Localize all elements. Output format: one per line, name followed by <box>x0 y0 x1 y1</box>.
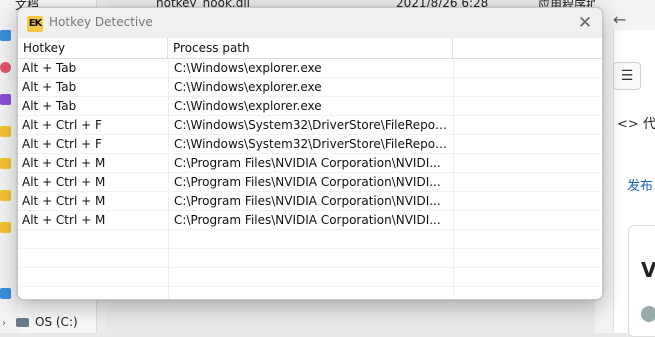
process-path-cell: C:\Windows\System32\DriverStore\FileRepo… <box>174 118 451 132</box>
list-header: Hotkey Process path <box>18 38 602 59</box>
table-row[interactable]: Alt + Ctrl + M C:\Program Files\NVIDIA Co… <box>18 192 602 211</box>
window-title: Hotkey Detective <box>49 15 153 29</box>
hotkey-cell: Alt + Ctrl + M <box>22 156 106 170</box>
folder-icon[interactable] <box>0 158 11 169</box>
empty-row <box>18 268 602 287</box>
process-path-cell: C:\Windows\explorer.exe <box>174 61 322 75</box>
drive-icon <box>16 318 29 327</box>
process-path-cell: C:\Program Files\NVIDIA Corporation\NVID… <box>174 175 441 189</box>
table-row[interactable]: Alt + Tab C:\Windows\explorer.exe <box>18 97 602 116</box>
drive-label: OS (C:) <box>35 315 78 329</box>
table-row[interactable]: Alt + Ctrl + M C:\Program Files\NVIDIA Co… <box>18 211 602 230</box>
hotkey-list[interactable]: Hotkey Process path Alt + Tab C:\Windows\… <box>18 38 602 299</box>
empty-row <box>18 230 602 249</box>
drive-c-item[interactable]: › OS (C:) <box>2 315 78 329</box>
process-path-cell: C:\Program Files\NVIDIA Corporation\NVID… <box>174 194 441 208</box>
process-path-cell: C:\Program Files\NVIDIA Corporation\NVID… <box>174 213 441 227</box>
app-logo-icon: EK <box>27 16 43 32</box>
table-row[interactable]: Alt + Tab C:\Windows\explorer.exe <box>18 59 602 78</box>
code-icon: <> <box>617 117 639 132</box>
videos-icon[interactable] <box>0 94 11 105</box>
table-row[interactable]: Alt + Ctrl + F C:\Windows\System32\Driver… <box>18 135 602 154</box>
hotkey-cell: Alt + Ctrl + M <box>22 194 106 208</box>
hotkey-cell: Alt + Tab <box>22 80 77 94</box>
back-arrow-icon[interactable]: ← <box>613 10 626 29</box>
browser-background: ← ☰ <> 代 发布 V <box>595 0 655 337</box>
hotkey-cell: Alt + Ctrl + M <box>22 213 106 227</box>
folder-icon[interactable] <box>0 126 11 137</box>
hotkey-cell: Alt + Tab <box>22 99 77 113</box>
avatar[interactable] <box>641 306 655 322</box>
column-header-process-path[interactable]: Process path <box>168 38 453 58</box>
this-pc-icon[interactable] <box>0 288 11 299</box>
hotkey-cell: Alt + Ctrl + F <box>22 118 102 132</box>
title-bar[interactable]: EK Hotkey Detective ✕ <box>18 8 602 38</box>
chevron-right-icon[interactable]: › <box>2 318 16 329</box>
close-button[interactable]: ✕ <box>568 8 602 38</box>
code-tab[interactable]: <> 代 <box>617 113 655 132</box>
empty-row <box>18 249 602 268</box>
process-path-cell: C:\Windows\explorer.exe <box>174 99 322 113</box>
publish-link[interactable]: 发布 <box>627 175 653 194</box>
hotkey-detective-window: EK Hotkey Detective ✕ Hotkey Process pat… <box>17 7 603 300</box>
column-header-hotkey[interactable]: Hotkey <box>18 38 168 58</box>
table-row[interactable]: Alt + Ctrl + M C:\Program Files\NVIDIA Co… <box>18 154 602 173</box>
table-row[interactable]: Alt + Ctrl + M C:\Program Files\NVIDIA Co… <box>18 173 602 192</box>
process-path-cell: C:\Windows\System32\DriverStore\FileRepo… <box>174 137 451 151</box>
folder-icon[interactable] <box>0 190 11 201</box>
table-row[interactable]: Alt + Ctrl + F C:\Windows\System32\Driver… <box>18 116 602 135</box>
pictures-icon[interactable] <box>0 30 11 41</box>
column-header-empty[interactable] <box>453 38 602 58</box>
list-rows: Alt + Tab C:\Windows\explorer.exe Alt + Ta… <box>18 59 602 287</box>
card-title-letter: V <box>641 258 655 282</box>
content-card: V <box>628 225 655 337</box>
folder-icon[interactable] <box>0 222 11 233</box>
hotkey-cell: Alt + Tab <box>22 61 77 75</box>
process-path-cell: C:\Windows\explorer.exe <box>174 80 322 94</box>
hotkey-cell: Alt + Ctrl + F <box>22 137 102 151</box>
music-icon[interactable] <box>0 62 11 73</box>
hotkey-cell: Alt + Ctrl + M <box>22 175 106 189</box>
hamburger-menu-button[interactable]: ☰ <box>613 62 641 90</box>
code-tab-label: 代 <box>642 117 655 132</box>
process-path-cell: C:\Program Files\NVIDIA Corporation\NVID… <box>174 156 441 170</box>
table-row[interactable]: Alt + Tab C:\Windows\explorer.exe <box>18 78 602 97</box>
